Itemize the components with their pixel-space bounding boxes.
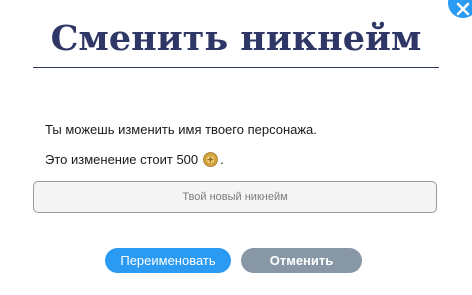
- cost-text-prefix: Это изменение стоит 500: [45, 152, 199, 167]
- nickname-input[interactable]: [33, 181, 437, 213]
- title-divider: [33, 67, 439, 68]
- cancel-button[interactable]: Отменить: [241, 248, 362, 273]
- cost-text: Это изменение стоит 500 .: [45, 152, 224, 167]
- rename-dialog: Сменить никнейм Ты можешь изменить имя т…: [0, 0, 472, 295]
- description-text: Ты можешь изменить имя твоего персонажа.: [45, 122, 317, 137]
- dialog-title: Сменить никнейм: [50, 18, 422, 59]
- rename-button[interactable]: Переименовать: [105, 248, 231, 273]
- close-icon: [456, 2, 470, 16]
- cost-text-suffix: .: [220, 152, 224, 167]
- coin-icon: [203, 152, 219, 167]
